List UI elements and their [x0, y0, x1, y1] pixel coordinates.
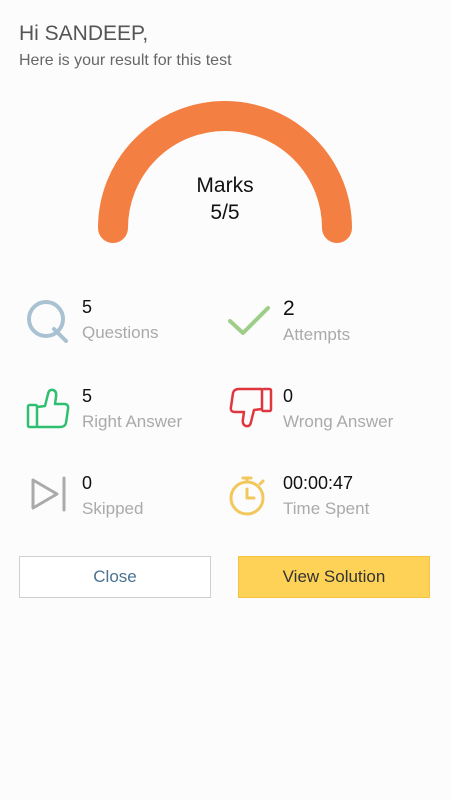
questions-count: 5: [82, 297, 93, 317]
stat-right-answer: 5 Right Answer: [26, 386, 216, 446]
view-solution-button[interactable]: View Solution: [238, 556, 430, 598]
skipped-count: 0: [82, 473, 93, 493]
marks-label: Marks: [196, 174, 254, 197]
stat-attempts: 2 Attempts: [227, 297, 417, 357]
attempts-count: 2: [283, 297, 295, 320]
greeting-heading: Hi SANDEEP,: [19, 22, 149, 45]
thumbs-down-icon: [229, 387, 273, 428]
time-spent-caption: Time Spent: [283, 499, 370, 518]
stat-skipped: 0 Skipped: [26, 473, 216, 533]
thumbs-up-icon: [26, 388, 70, 429]
right-answer-count: 5: [82, 386, 93, 406]
wrong-answer-caption: Wrong Answer: [283, 412, 394, 431]
close-button[interactable]: Close: [19, 556, 211, 598]
result-subtitle: Here is your result for this test: [19, 52, 232, 69]
skipped-caption: Skipped: [82, 499, 144, 518]
marks-value: 5/5: [210, 201, 240, 224]
stopwatch-icon: [229, 476, 265, 516]
questions-caption: Questions: [82, 323, 159, 342]
marks-display: Marks 5/5: [125, 172, 325, 226]
right-answer-caption: Right Answer: [82, 412, 183, 431]
checkmark-icon: [228, 306, 270, 335]
stat-time-spent: 00:00:47 Time Spent: [227, 473, 417, 533]
stat-wrong-answer: 0 Wrong Answer: [227, 386, 417, 446]
result-screen: Hi SANDEEP, Here is your result for this…: [0, 0, 450, 800]
attempts-caption: Attempts: [283, 325, 351, 344]
stat-questions: 5 Questions: [26, 297, 216, 357]
time-spent-value: 00:00:47: [283, 473, 354, 493]
skip-icon: [31, 476, 66, 512]
wrong-answer-count: 0: [283, 386, 294, 406]
question-icon: [27, 300, 68, 343]
